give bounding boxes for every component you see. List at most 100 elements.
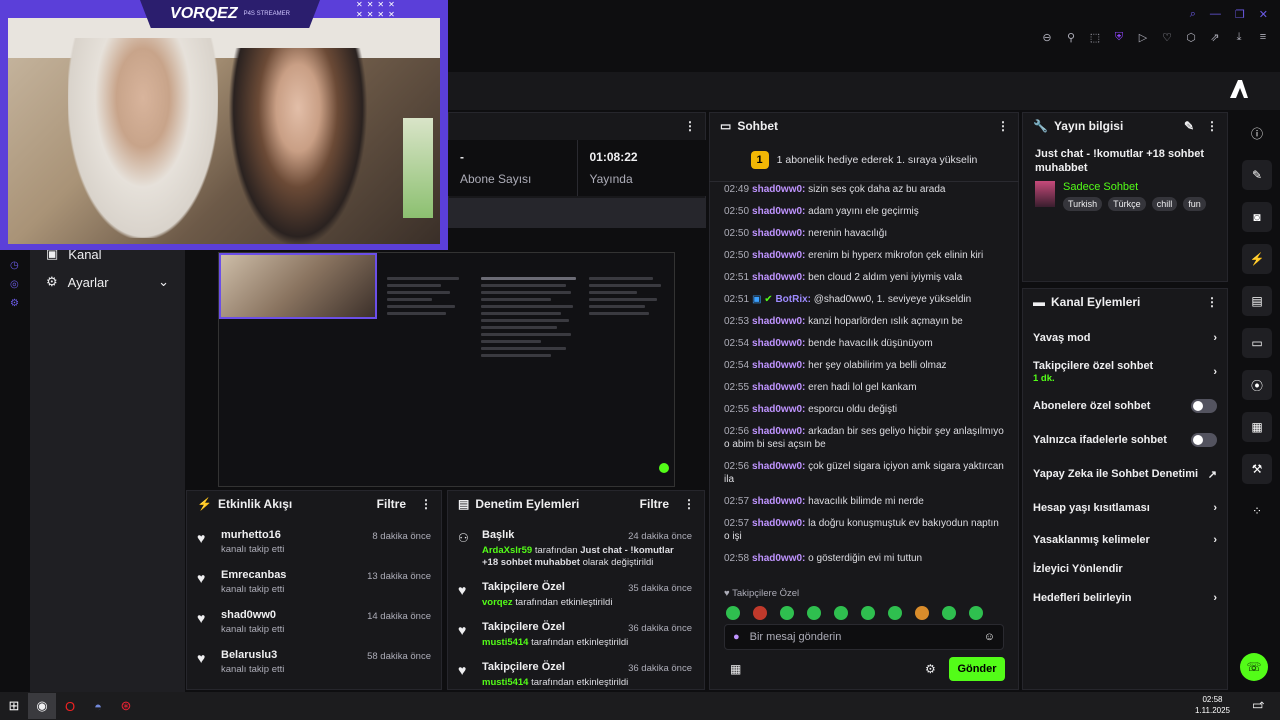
mod-user[interactable]: ArdaXslr59 <box>482 545 532 556</box>
send-button[interactable]: Gönder <box>949 657 1005 681</box>
clock-icon[interactable]: ◷ <box>10 260 30 271</box>
broadcast-icon[interactable]: ⦿ <box>1242 370 1272 400</box>
action-subs-only[interactable]: Abonelere özel sohbet <box>1023 389 1227 423</box>
emote-icon[interactable] <box>753 606 767 620</box>
heart-icon[interactable]: ♡ <box>1160 30 1174 44</box>
msg-user[interactable]: shad0ww0: <box>752 316 805 327</box>
mod-user[interactable]: vorqez <box>482 597 513 608</box>
msg-user[interactable]: BotRix: <box>775 294 811 305</box>
emote-icon[interactable] <box>780 606 794 620</box>
notification-icon[interactable]: ▭ <box>1252 698 1263 712</box>
emote-icon[interactable] <box>861 606 875 620</box>
action-banned-words[interactable]: Yasaklanmış kelimeler › <box>1023 525 1227 555</box>
action-followers-only[interactable]: Takipçilere özel sohbet 1 dk. › <box>1023 355 1227 389</box>
zoom-icon[interactable]: ⊖ <box>1040 30 1054 44</box>
minimize-icon[interactable]: — <box>1210 8 1221 21</box>
wrench-rail-icon[interactable]: ⚒ <box>1242 454 1272 484</box>
app-opera-icon[interactable]: O <box>56 693 84 719</box>
feed-name[interactable]: shad0ww0 <box>221 609 284 621</box>
play-icon[interactable]: ▷ <box>1136 30 1150 44</box>
download-icon[interactable]: ⤓ <box>1232 30 1246 44</box>
share-icon[interactable]: ⇗ <box>1208 30 1222 44</box>
feed-name[interactable]: Belaruslu3 <box>221 649 284 661</box>
info-icon[interactable]: ⓘ <box>1242 118 1272 148</box>
sidebar-item-ayarlar[interactable]: ⚙ Ayarlar ⌄ <box>30 268 185 296</box>
msg-user[interactable]: shad0ww0: <box>752 518 805 529</box>
msg-user[interactable]: shad0ww0: <box>752 272 805 283</box>
action-emote-only[interactable]: Yalnızca ifadelerle sohbet <box>1023 423 1227 457</box>
action-goals[interactable]: Hedefleri belirleyin › <box>1023 583 1227 613</box>
msg-user[interactable]: shad0ww0: <box>752 404 805 415</box>
action-account-age[interactable]: Hesap yaşı kısıtlaması › <box>1023 491 1227 525</box>
app-discord-icon[interactable]: ◓ <box>84 693 112 719</box>
tag[interactable]: Türkçe <box>1108 197 1146 211</box>
taskbar-clock[interactable]: 02:58 1.11.2025 <box>1195 694 1230 716</box>
msg-user[interactable]: shad0ww0: <box>752 426 805 437</box>
msg-user[interactable]: shad0ww0: <box>752 184 805 195</box>
msg-user[interactable]: shad0ww0: <box>752 338 805 349</box>
tag[interactable]: fun <box>1183 197 1206 211</box>
edit-rail-icon[interactable]: ✎ <box>1242 160 1272 190</box>
msg-user[interactable]: shad0ww0: <box>752 382 805 393</box>
msg-user[interactable]: shad0ww0: <box>752 360 805 371</box>
tag[interactable]: chill <box>1151 197 1178 211</box>
kebab-icon[interactable]: ⋮ <box>683 497 695 511</box>
store-icon[interactable]: ▦ <box>730 662 741 676</box>
kebab-icon[interactable]: ⋮ <box>1206 295 1218 309</box>
filter-button[interactable]: Filtre <box>640 497 669 511</box>
pin-icon[interactable]: ⚲ <box>1064 30 1078 44</box>
emote-icon[interactable] <box>834 606 848 620</box>
camera-icon[interactable]: ◙ <box>1242 202 1272 232</box>
feed-name[interactable]: Emrecanbas <box>221 569 286 581</box>
tag[interactable]: Turkish <box>1063 197 1103 211</box>
mod-user[interactable]: musti5414 <box>482 677 528 688</box>
mic-icon[interactable]: ● <box>733 631 740 643</box>
msg-user[interactable]: shad0ww0: <box>752 496 805 507</box>
kebab-icon[interactable]: ⋮ <box>1206 119 1218 133</box>
action-ai-moderation[interactable]: Yapay Zeka ile Sohbet Denetimi ↗ <box>1023 457 1227 491</box>
kebab-icon[interactable]: ⋮ <box>684 119 696 133</box>
settings-icon[interactable]: ⚙ <box>10 298 30 309</box>
chat-rail-icon[interactable]: ▭ <box>1242 328 1272 358</box>
emote-only-toggle[interactable] <box>1191 433 1217 447</box>
maximize-icon[interactable]: ❐ <box>1235 8 1245 21</box>
action-slow-mode[interactable]: Yavaş mod › <box>1023 321 1227 355</box>
emote-icon[interactable] <box>969 606 983 620</box>
kebab-icon[interactable]: ⋮ <box>420 497 432 511</box>
windows-start-icon[interactable]: ⊞ <box>0 693 28 719</box>
subs-only-toggle[interactable] <box>1191 399 1217 413</box>
bolt-icon[interactable]: ⚡ <box>1242 244 1272 274</box>
category-name[interactable]: Sadece Sohbet <box>1063 181 1206 193</box>
emote-icon[interactable] <box>888 606 902 620</box>
emote-icon[interactable] <box>807 606 821 620</box>
emote-icon[interactable] <box>942 606 956 620</box>
msg-user[interactable]: shad0ww0: <box>752 250 805 261</box>
emote-icon[interactable] <box>726 606 740 620</box>
close-icon[interactable]: ✕ <box>1259 8 1268 21</box>
chat-input[interactable]: ● Bir mesaj gönderin ☺ <box>724 624 1004 650</box>
extension-icon[interactable]: ⬡ <box>1184 30 1198 44</box>
edit-icon[interactable]: ✎ <box>1184 119 1194 133</box>
dashboard-icon[interactable]: ▦ <box>1242 412 1272 442</box>
feed-name[interactable]: murhetto16 <box>221 529 284 541</box>
subscription-banner[interactable]: 1 1 abonelik hediye ederek 1. sıraya yük… <box>709 138 1019 182</box>
crop-icon[interactable]: ⬚ <box>1088 30 1102 44</box>
app-obs-icon[interactable]: ◉ <box>28 693 56 719</box>
mod-user[interactable]: musti5414 <box>482 637 528 648</box>
msg-user[interactable]: shad0ww0: <box>752 553 805 564</box>
app-other-icon[interactable]: ⊛ <box>112 693 140 719</box>
user-icon[interactable]: ◎ <box>10 279 30 290</box>
menu-icon[interactable]: ≡ <box>1256 30 1270 44</box>
filter-button[interactable]: Filtre <box>377 497 406 511</box>
search-icon[interactable]: ⌕ <box>1190 8 1196 21</box>
emoji-icon[interactable]: ☺ <box>984 631 995 643</box>
msg-user[interactable]: shad0ww0: <box>752 206 805 217</box>
msg-user[interactable]: shad0ww0: <box>752 461 805 472</box>
msg-user[interactable]: shad0ww0: <box>752 228 805 239</box>
shield-icon[interactable]: ⛨ <box>1112 30 1126 44</box>
chat-settings-icon[interactable]: ⚙ <box>925 662 936 676</box>
document-icon[interactable]: ▤ <box>1242 286 1272 316</box>
emote-icon[interactable] <box>915 606 929 620</box>
support-button[interactable]: ☏ <box>1240 653 1268 681</box>
action-raid[interactable]: İzleyici Yönlendir <box>1023 555 1227 583</box>
